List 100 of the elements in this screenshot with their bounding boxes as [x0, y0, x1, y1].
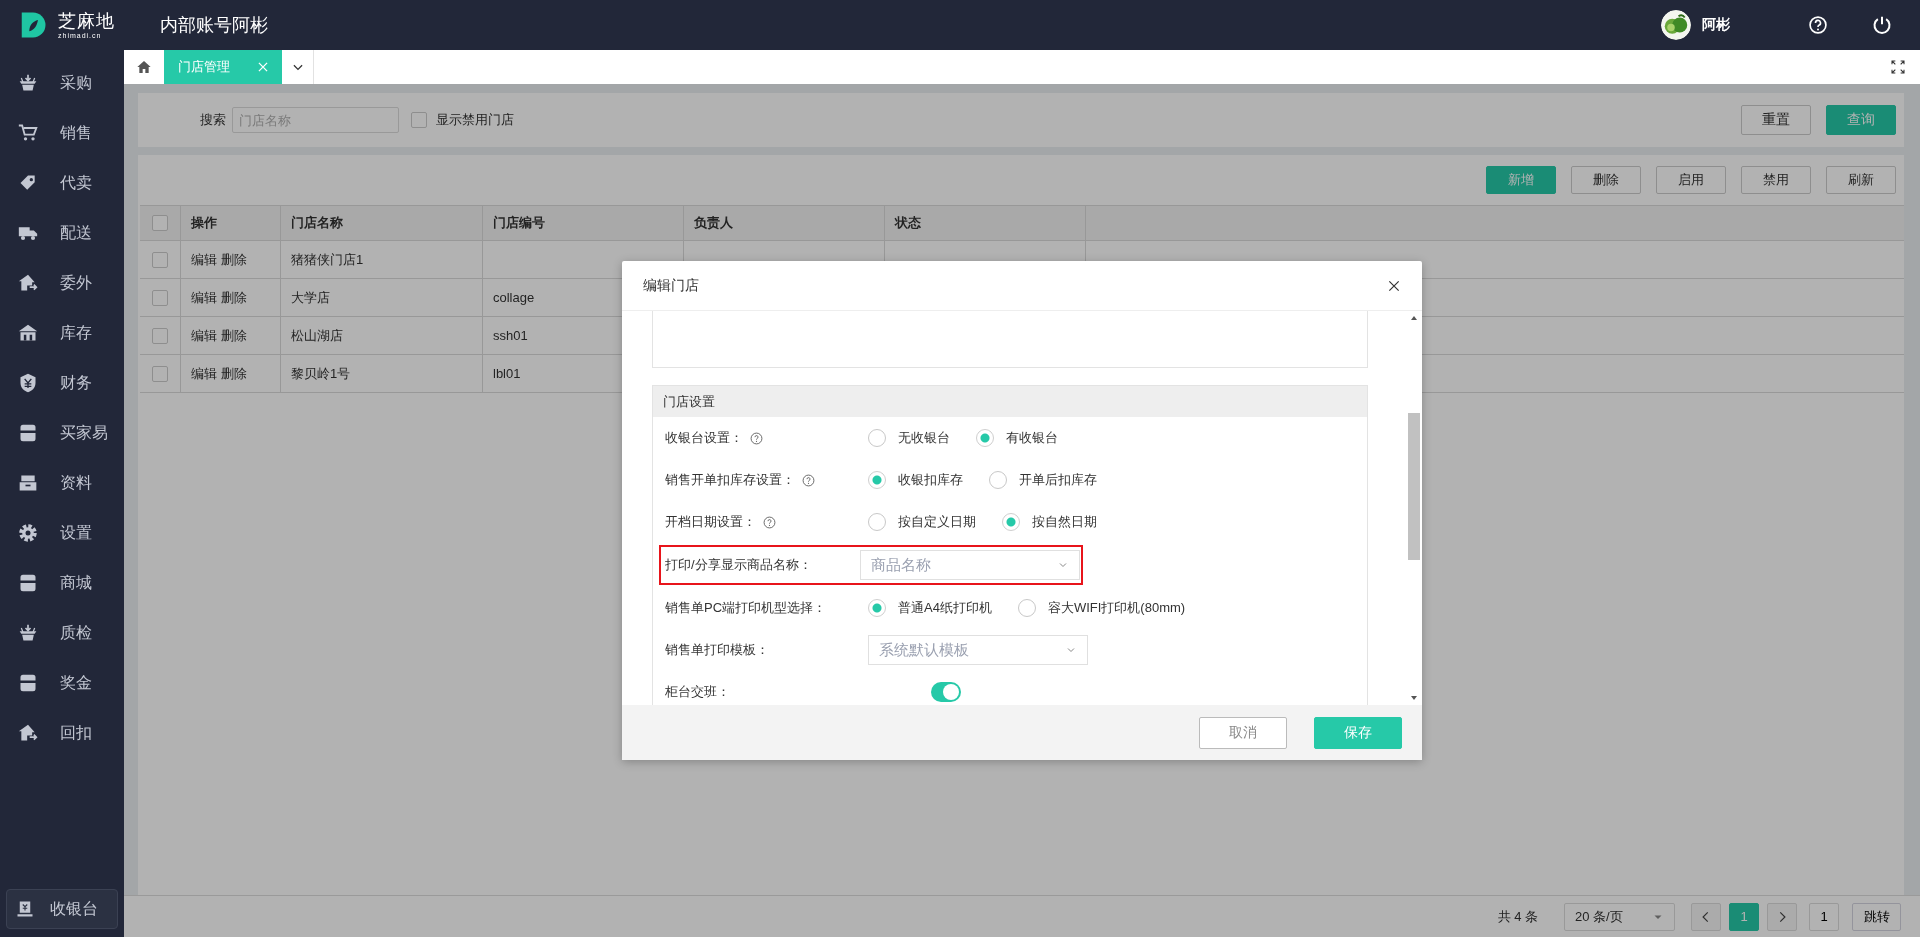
table-cell: 黎贝岭1号 — [281, 355, 483, 392]
radio-button[interactable] — [1002, 513, 1020, 531]
checkbox[interactable] — [152, 215, 168, 231]
store-icon — [18, 673, 38, 693]
building-arrow-icon — [18, 723, 38, 743]
radio-label: 容大WIFI打印机(80mm) — [1047, 599, 1186, 617]
action-link[interactable]: 编辑 — [191, 326, 217, 345]
sidebar-item[interactable]: 委外 — [0, 258, 124, 308]
table-cell: 猪猪侠门店1 — [281, 241, 483, 278]
scrollbar[interactable] — [1406, 311, 1422, 705]
checkbox-label: 显示禁用门店 — [436, 111, 514, 129]
radio-label: 无收银台 — [898, 429, 950, 447]
sidebar-item[interactable]: 配送 — [0, 208, 124, 258]
sidebar-item[interactable]: 财务 — [0, 358, 124, 408]
store-icon — [18, 423, 38, 443]
button[interactable]: 取消 — [1199, 716, 1287, 749]
column-header: 门店编号 — [483, 206, 684, 240]
checkbox[interactable] — [152, 251, 168, 268]
settings-icon — [18, 523, 38, 543]
button[interactable]: 启用 — [1656, 166, 1726, 194]
sidebar-item[interactable]: 采购 — [0, 58, 124, 108]
action-link[interactable]: 删除 — [221, 326, 247, 345]
fullscreen-icon[interactable] — [1890, 59, 1906, 75]
total-count: 共 4 条 — [1497, 907, 1538, 926]
sidebar-item[interactable]: 库存 — [0, 308, 124, 358]
sidebar-item[interactable]: 商城 — [0, 558, 124, 608]
section-title: 门店设置 — [653, 386, 1367, 417]
help-icon[interactable] — [1808, 15, 1828, 35]
field-label: 销售开单扣库存设置： — [665, 471, 795, 489]
checkbox[interactable] — [152, 327, 168, 344]
drawer-icon — [18, 473, 38, 493]
column-header: 负责人 — [684, 206, 885, 240]
button[interactable]: 刷新 — [1826, 166, 1896, 194]
action-link[interactable]: 编辑 — [191, 250, 217, 269]
store-icon — [18, 573, 38, 593]
button[interactable]: 禁用 — [1741, 166, 1811, 194]
action-link[interactable]: 编辑 — [191, 288, 217, 307]
checkbox[interactable] — [152, 365, 168, 382]
toggle-switch[interactable] — [931, 682, 961, 702]
action-link[interactable]: 删除 — [221, 250, 247, 269]
user-name[interactable]: 阿彬 — [1702, 16, 1730, 34]
radio-label: 普通A4纸打印机 — [898, 599, 992, 617]
field-label: 销售单PC端打印机型选择： — [665, 599, 827, 617]
field-label: 销售单打印模板： — [665, 641, 769, 659]
radio-button[interactable] — [868, 599, 886, 617]
cart-icon — [18, 123, 38, 143]
radio-button[interactable] — [976, 429, 994, 447]
field-label: 收银台设置： — [665, 429, 743, 447]
button[interactable]: 删除 — [1571, 166, 1641, 194]
field-label: 开档日期设置： — [665, 513, 756, 531]
radio-label: 按自然日期 — [1032, 513, 1097, 531]
next-page-button[interactable] — [1767, 902, 1797, 931]
sidebar-item[interactable]: 设置 — [0, 508, 124, 558]
column-header: 门店名称 — [281, 206, 483, 240]
radio-label: 按自定义日期 — [898, 513, 976, 531]
warehouse-icon — [18, 323, 38, 343]
radio-button[interactable] — [868, 513, 886, 531]
search-label: 搜索 — [200, 111, 226, 129]
sidebar-item[interactable]: 质检 — [0, 608, 124, 658]
radio-label: 收银扣库存 — [898, 471, 963, 489]
action-link[interactable]: 删除 — [221, 364, 247, 383]
page-number-field[interactable]: 1 — [1809, 902, 1839, 931]
radio-button[interactable] — [868, 471, 886, 489]
power-icon[interactable] — [1872, 15, 1892, 35]
table-cell: 松山湖店 — [281, 317, 483, 354]
column-header: 操作 — [181, 206, 281, 240]
checkbox[interactable] — [411, 112, 427, 128]
logo-text: 芝麻地 — [58, 11, 115, 30]
sidebar-item[interactable]: 销售 — [0, 108, 124, 158]
sidebar-item[interactable]: 代卖 — [0, 158, 124, 208]
home-icon — [136, 59, 152, 75]
account-title: 内部账号阿彬 — [160, 14, 268, 37]
radio-button[interactable] — [1017, 599, 1036, 617]
field-label: 打印/分享显示商品名称： — [665, 556, 812, 574]
sidebar-item[interactable]: 买家易 — [0, 408, 124, 458]
sidebar-item[interactable]: 资料 — [0, 458, 124, 508]
basket-icon — [18, 73, 38, 93]
shield-yen-icon — [18, 373, 38, 393]
action-link[interactable]: 编辑 — [191, 364, 217, 383]
sidebar-item[interactable]: 奖金 — [0, 658, 124, 708]
field-label: 柜台交班： — [665, 683, 730, 701]
previous-page-button[interactable] — [1691, 902, 1721, 931]
radio-button[interactable] — [868, 429, 886, 447]
radio-label: 开单后扣库存 — [1019, 471, 1097, 489]
table-cell: 大学店 — [281, 279, 483, 316]
page-size-select[interactable]: 20 条/页 — [1564, 902, 1675, 931]
column-header: 状态 — [885, 206, 1086, 240]
building-arrow-icon — [18, 273, 38, 293]
radio-button[interactable] — [989, 471, 1007, 489]
sidebar-item[interactable]: 回扣 — [0, 708, 124, 758]
button[interactable]: 重置 — [1741, 105, 1811, 135]
register-icon — [16, 900, 34, 918]
text-area[interactable] — [652, 311, 1368, 368]
cashier-button[interactable]: 收银台 — [6, 889, 118, 929]
basket-icon — [18, 623, 38, 643]
close-icon — [256, 60, 270, 74]
checkbox[interactable] — [152, 289, 168, 306]
jump-button[interactable]: 跳转 — [1852, 902, 1901, 931]
radio-label: 有收银台 — [1006, 429, 1058, 447]
action-link[interactable]: 删除 — [221, 288, 247, 307]
